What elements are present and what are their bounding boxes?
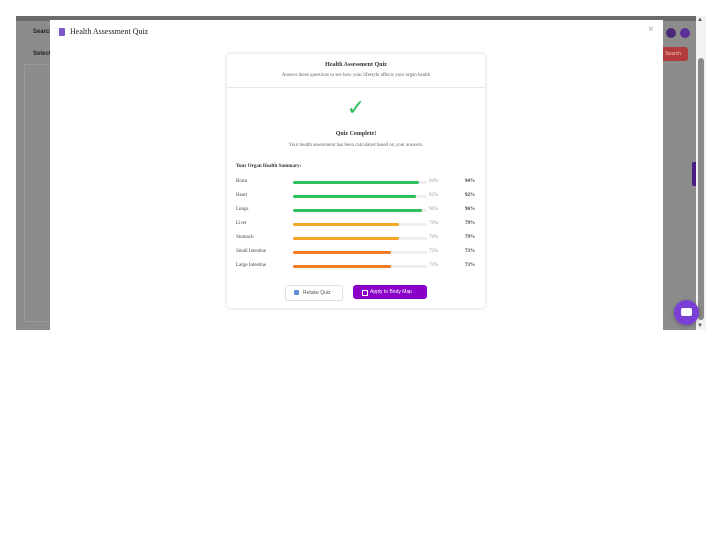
organ-row-heart: Heart 92% 92% bbox=[236, 193, 476, 201]
organ-summary-heading: Your Organ Health Summary: bbox=[236, 164, 302, 169]
card-subtitle: Answer these questions to see how your l… bbox=[281, 73, 431, 78]
health-bar-track bbox=[293, 237, 427, 240]
body-map-icon bbox=[362, 290, 368, 296]
health-bar-fill bbox=[293, 251, 391, 254]
organ-row-lungs: Lungs 96% 96% bbox=[236, 207, 476, 215]
quiz-result-card: Health Assessment Quiz Answer these ques… bbox=[227, 54, 485, 308]
organ-row-large-intestine: Large Intestine 73% 73% bbox=[236, 263, 476, 271]
bar-percent-label: 94% bbox=[429, 179, 439, 184]
card-title: Health Assessment Quiz bbox=[325, 62, 387, 68]
health-bar-track bbox=[293, 223, 427, 226]
organ-name: Large Intestine bbox=[236, 263, 267, 268]
organ-score: 96% bbox=[465, 207, 475, 212]
health-bar-track bbox=[293, 251, 427, 254]
scrollbar-thumb[interactable] bbox=[698, 58, 704, 320]
health-bar-fill bbox=[293, 265, 391, 268]
health-bar-fill bbox=[293, 237, 399, 240]
bar-percent-label: 92% bbox=[429, 193, 439, 198]
organ-score: 79% bbox=[465, 221, 475, 226]
bar-percent-label: 79% bbox=[429, 235, 439, 240]
chat-icon bbox=[681, 308, 692, 316]
health-bar-fill bbox=[293, 181, 419, 184]
modal-header: Health Assessment Quiz × bbox=[50, 20, 663, 44]
health-bar-track bbox=[293, 265, 427, 268]
scroll-down-arrow-icon[interactable]: ▼ bbox=[697, 323, 703, 329]
organ-score: 79% bbox=[465, 235, 475, 240]
organ-name: Brain bbox=[236, 179, 248, 184]
refresh-icon bbox=[294, 290, 299, 295]
health-bar-fill bbox=[293, 209, 422, 212]
profile-icon[interactable] bbox=[680, 28, 690, 38]
organ-row-stomach: Stomach 79% 79% bbox=[236, 235, 476, 243]
health-bar-track bbox=[293, 181, 427, 184]
apply-to-body-map-label: Apply to Body Map bbox=[370, 289, 412, 295]
quiz-complete-text: Your health assessment has been calculat… bbox=[288, 143, 424, 148]
organ-score: 73% bbox=[465, 249, 475, 254]
health-bar-fill bbox=[293, 223, 399, 226]
organ-name: Lungs bbox=[236, 207, 249, 212]
link-icon[interactable] bbox=[666, 28, 676, 38]
organ-name: Heart bbox=[236, 193, 248, 198]
organ-score: 94% bbox=[465, 179, 475, 184]
organ-name: Small Intestine bbox=[236, 249, 267, 254]
retake-quiz-button[interactable]: Retake Quiz bbox=[285, 285, 343, 301]
organ-row-liver: Liver 79% 79% bbox=[236, 221, 476, 229]
organ-row-small-intestine: Small Intestine 73% 73% bbox=[236, 249, 476, 257]
bar-percent-label: 96% bbox=[429, 207, 439, 212]
health-bar-fill bbox=[293, 195, 417, 198]
organ-score: 92% bbox=[465, 193, 475, 198]
organ-name: Liver bbox=[236, 221, 247, 226]
chat-fab-button[interactable] bbox=[674, 300, 699, 325]
checkmark-icon: ✓ bbox=[346, 96, 366, 121]
modal-title: Health Assessment Quiz bbox=[70, 27, 149, 36]
background-select-label: Select bbox=[33, 51, 51, 57]
organ-name: Stomach bbox=[236, 235, 254, 240]
quiz-book-icon bbox=[59, 28, 65, 36]
organ-score: 73% bbox=[465, 263, 475, 268]
retake-quiz-label: Retake Quiz bbox=[303, 290, 331, 296]
apply-to-body-map-button[interactable]: Apply to Body Map bbox=[353, 285, 427, 299]
organ-row-brain: Brain 94% 94% bbox=[236, 179, 476, 187]
health-bar-track bbox=[293, 209, 427, 212]
scroll-up-arrow-icon[interactable]: ▲ bbox=[697, 17, 703, 23]
card-divider bbox=[227, 87, 485, 88]
close-icon[interactable]: × bbox=[648, 24, 654, 35]
quiz-modal: Health Assessment Quiz × Health Assessme… bbox=[50, 20, 663, 340]
quiz-complete-title: Quiz Complete! bbox=[335, 131, 377, 137]
bar-percent-label: 73% bbox=[429, 263, 439, 268]
bar-percent-label: 73% bbox=[429, 249, 439, 254]
bar-percent-label: 79% bbox=[429, 221, 439, 226]
health-bar-track bbox=[293, 195, 427, 198]
